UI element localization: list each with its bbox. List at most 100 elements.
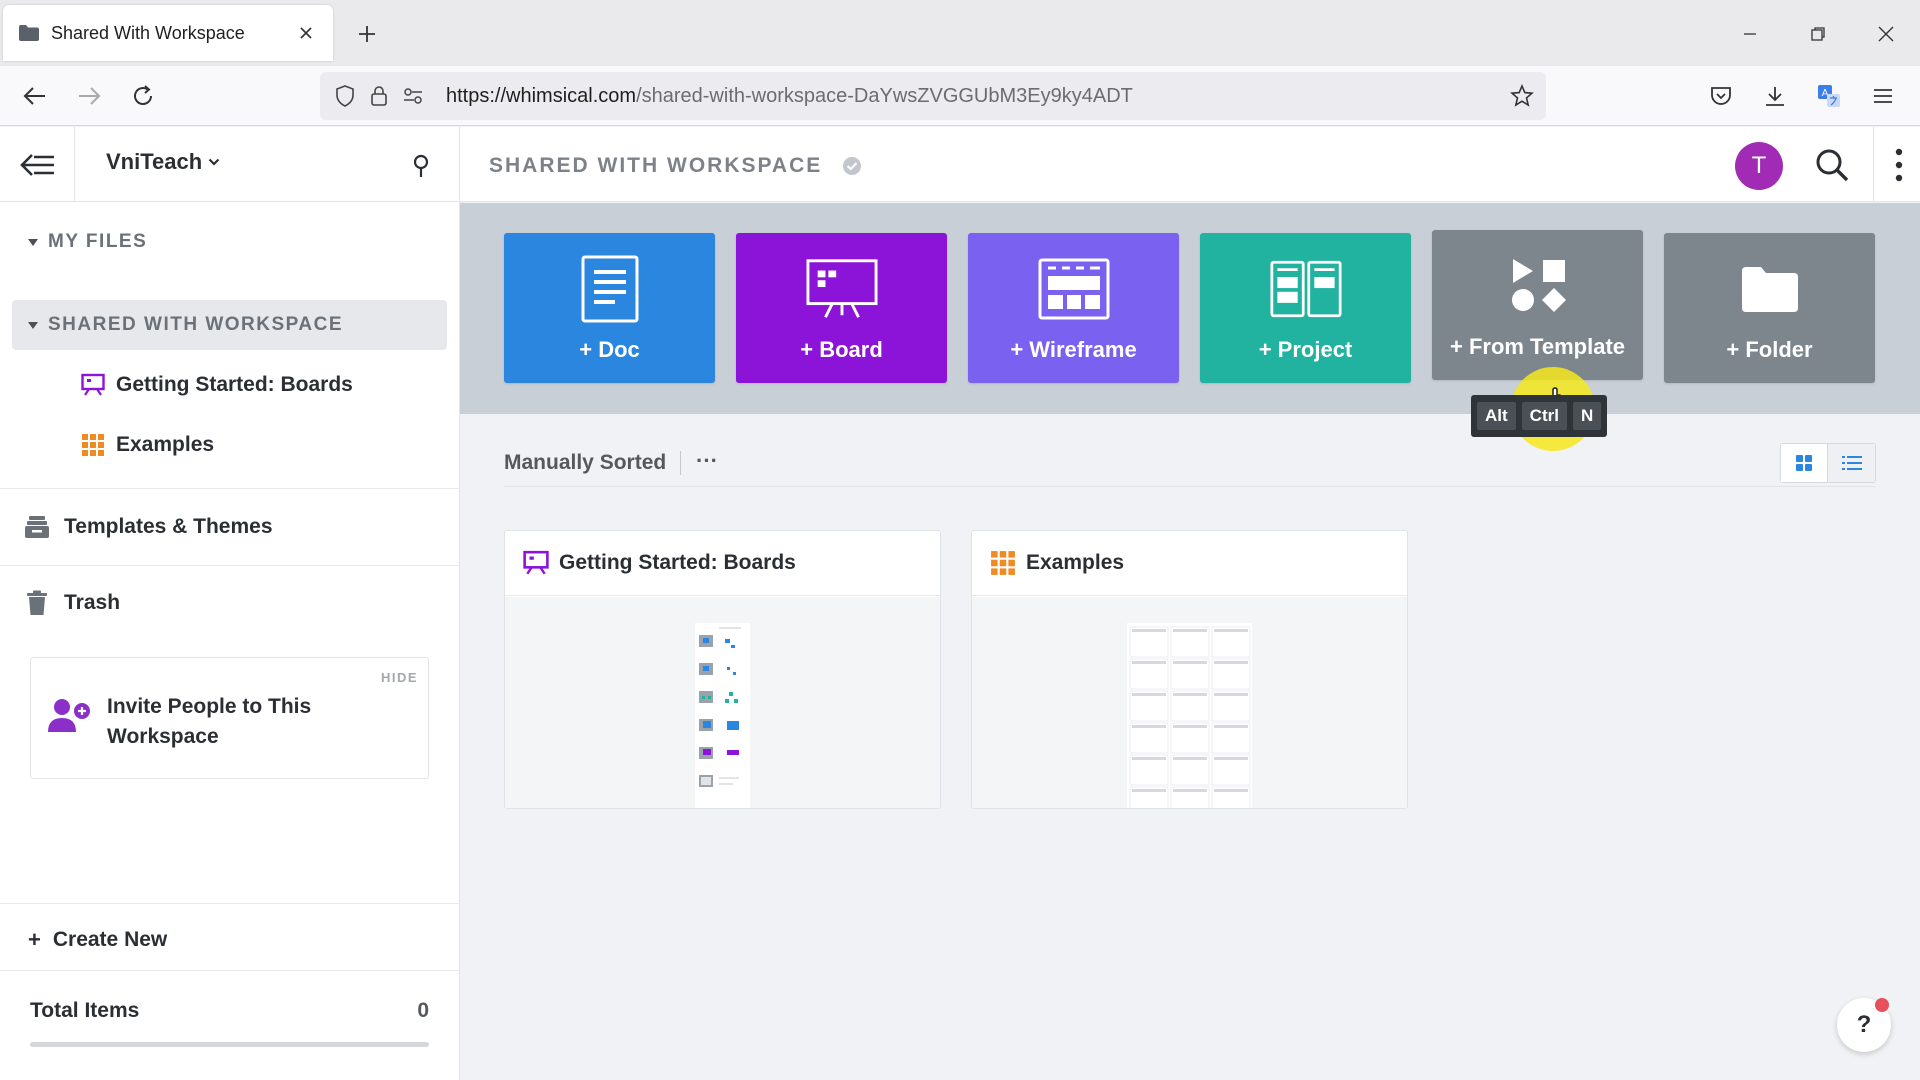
collapse-sidebar-icon[interactable] xyxy=(18,147,58,183)
sidebar-item-label: Examples xyxy=(116,433,215,456)
translate-icon[interactable]: A xyxy=(1810,77,1848,115)
more-vertical-icon[interactable] xyxy=(1884,143,1914,187)
card-header: Examples xyxy=(972,531,1407,596)
sidebar-item-templates-themes[interactable]: Templates & Themes xyxy=(24,513,273,541)
search-icon[interactable] xyxy=(1812,145,1852,185)
pocket-icon[interactable] xyxy=(1702,77,1740,115)
download-icon[interactable] xyxy=(1756,77,1794,115)
examples-preview-icon xyxy=(1127,623,1252,808)
pin-icon[interactable] xyxy=(406,151,436,181)
sort-bar: Manually Sorted ··· xyxy=(504,443,1876,487)
file-card-getting-started-boards[interactable]: Getting Started: Boards xyxy=(504,530,941,809)
sidebar-header: VniTeach xyxy=(0,127,459,202)
new-board-button[interactable]: + Board xyxy=(736,233,947,383)
sidebar-divider xyxy=(0,970,459,971)
invite-text: Invite People to This Workspace xyxy=(107,695,312,748)
card-title: Getting Started: Boards xyxy=(559,551,796,574)
bookmark-star-icon[interactable] xyxy=(1506,80,1538,112)
sort-divider xyxy=(680,451,681,475)
total-items: Total Items 0 xyxy=(30,999,429,1023)
grid-icon xyxy=(991,551,1015,575)
forward-icon[interactable] xyxy=(70,77,108,115)
card-thumbnail xyxy=(505,597,940,808)
page-title: SHARED WITH WORKSPACE xyxy=(489,154,862,178)
file-card-examples[interactable]: Examples xyxy=(971,530,1408,809)
wireframe-icon xyxy=(1038,255,1110,323)
sidebar-divider xyxy=(0,565,459,566)
back-icon[interactable] xyxy=(16,77,54,115)
top-bar: SHARED WITH WORKSPACE T xyxy=(460,127,1920,202)
sidebar-divider xyxy=(0,488,459,489)
grid-icon xyxy=(80,432,106,458)
notification-dot xyxy=(1875,998,1889,1012)
caret-down-icon xyxy=(28,321,38,329)
avatar[interactable]: T xyxy=(1735,142,1783,190)
templates-icon xyxy=(24,513,50,541)
tab-title: Shared With Workspace xyxy=(51,22,245,43)
sort-dropdown[interactable]: Manually Sorted xyxy=(504,451,666,475)
site-settings-icon[interactable] xyxy=(398,81,428,111)
invite-people-card[interactable]: HIDE Invite People to This Workspace xyxy=(30,657,429,779)
shortcut-tooltip: Alt Ctrl N xyxy=(1471,395,1608,437)
board-icon xyxy=(80,372,106,398)
new-tab-icon[interactable] xyxy=(350,17,384,51)
new-folder-button[interactable]: + Folder xyxy=(1664,233,1875,383)
list-view-button[interactable] xyxy=(1828,444,1875,482)
sidebar-item-trash[interactable]: Trash xyxy=(24,589,120,617)
card-header: Getting Started: Boards xyxy=(505,531,940,596)
tile-label: + Folder xyxy=(1726,337,1813,362)
create-new-button[interactable]: + Create New xyxy=(28,927,167,953)
help-button[interactable]: ? xyxy=(1837,998,1891,1052)
header-divider xyxy=(74,127,75,202)
my-files-toggle[interactable]: MY FILES xyxy=(28,231,147,253)
close-window-icon[interactable] xyxy=(1864,14,1908,54)
workspace-name: VniTeach xyxy=(106,149,203,174)
tile-label: + Doc xyxy=(579,337,640,362)
address-bar[interactable]: https://whimsical.com/shared-with-worksp… xyxy=(320,72,1546,120)
sidebar-item-label: Getting Started: Boards xyxy=(116,373,353,396)
plus-icon: + xyxy=(28,927,41,952)
sidebar-item-label: Templates & Themes xyxy=(64,515,273,538)
template-icon xyxy=(1502,252,1574,320)
shared-with-workspace-toggle[interactable]: SHARED WITH WORKSPACE xyxy=(28,314,343,336)
my-files-label: MY FILES xyxy=(48,231,148,252)
trash-icon xyxy=(24,589,50,617)
tile-label: + Project xyxy=(1258,337,1353,362)
more-options-button[interactable]: ··· xyxy=(692,448,722,473)
hide-button[interactable]: HIDE xyxy=(381,670,418,685)
shield-icon[interactable] xyxy=(330,81,360,111)
new-doc-button[interactable]: + Doc xyxy=(504,233,715,383)
card-thumbnail xyxy=(972,597,1407,808)
verified-check-icon xyxy=(843,157,862,175)
view-toggle xyxy=(1780,443,1876,483)
close-tab-icon[interactable] xyxy=(293,20,319,46)
create-new-label: Create New xyxy=(52,928,168,951)
menu-icon[interactable] xyxy=(1864,77,1902,115)
app: VniTeach MY FILES SHARED WITH WORKSPACE … xyxy=(0,127,1920,1080)
grid-view-button[interactable] xyxy=(1781,444,1829,482)
tile-label: + Board xyxy=(800,337,883,362)
new-project-button[interactable]: + Project xyxy=(1200,233,1411,383)
board-icon xyxy=(523,550,549,575)
sidebar: VniTeach MY FILES SHARED WITH WORKSPACE … xyxy=(0,127,460,1080)
list-view-icon xyxy=(1841,456,1862,470)
tile-label: + Wireframe xyxy=(1010,337,1137,362)
add-user-icon xyxy=(47,696,93,736)
page-title-text: SHARED WITH WORKSPACE xyxy=(489,154,823,177)
help-label: ? xyxy=(1856,1011,1872,1038)
new-from-template-button[interactable]: + From Template xyxy=(1432,230,1643,380)
total-items-label: Total Items xyxy=(30,999,140,1022)
reload-icon[interactable] xyxy=(124,77,162,115)
sidebar-item-getting-started-boards[interactable]: Getting Started: Boards xyxy=(80,372,353,398)
restore-icon[interactable] xyxy=(1796,14,1840,54)
sidebar-item-examples[interactable]: Examples xyxy=(80,432,214,458)
workspace-switcher[interactable]: VniTeach xyxy=(106,149,220,175)
shortcut-key: Ctrl xyxy=(1521,402,1567,430)
browser-tab[interactable]: Shared With Workspace xyxy=(3,5,333,61)
sidebar-divider xyxy=(0,903,459,904)
new-wireframe-button[interactable]: + Wireframe xyxy=(968,233,1179,383)
lock-icon[interactable] xyxy=(364,81,394,111)
create-band: + Doc + Board + Wireframe + Project + Fr… xyxy=(460,203,1920,451)
card-title: Examples xyxy=(1026,551,1125,574)
minimize-icon[interactable] xyxy=(1728,14,1772,54)
